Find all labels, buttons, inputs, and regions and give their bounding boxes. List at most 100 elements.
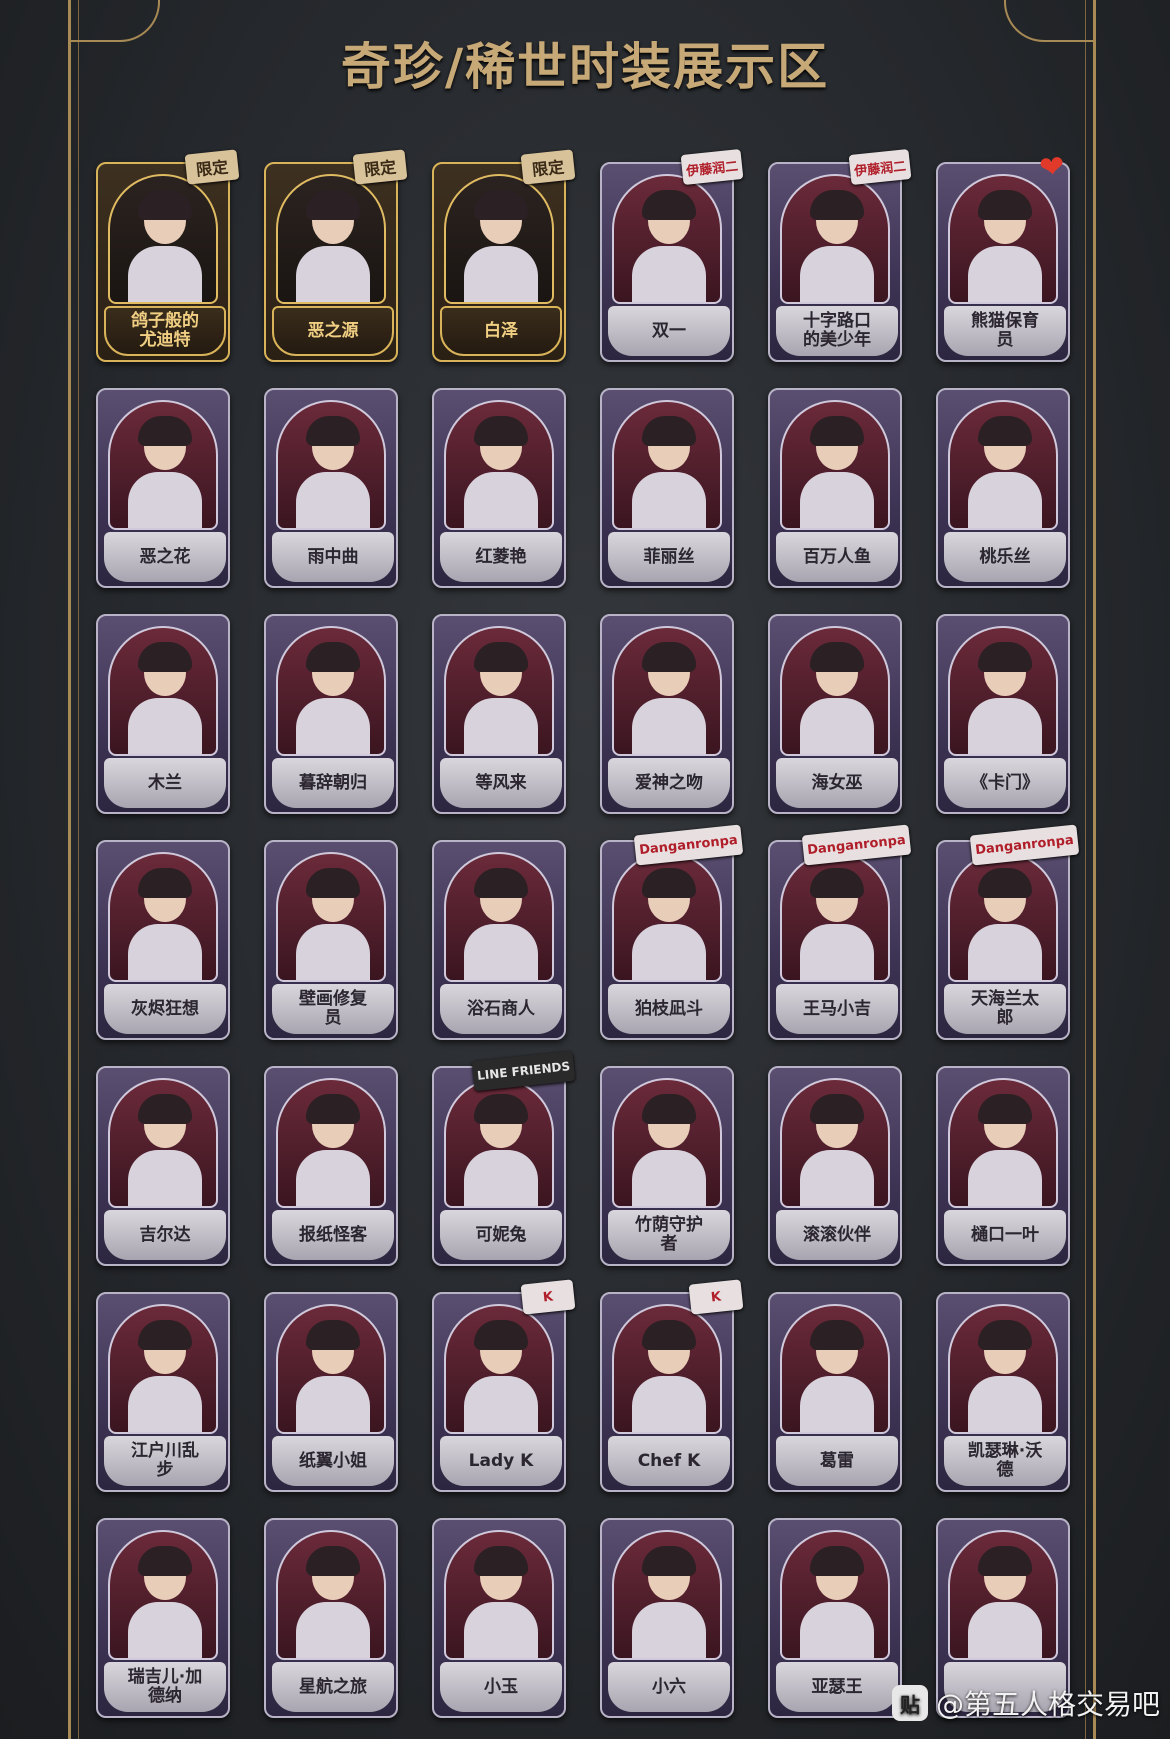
costume-card[interactable]: 鸽子般的 尤迪特 限定 xyxy=(96,149,240,362)
portrait-hair xyxy=(978,1094,1032,1124)
portrait-body xyxy=(128,246,202,302)
costume-name: 恶之源 xyxy=(307,320,359,341)
costume-name: Lady K xyxy=(468,1450,534,1471)
costume-card[interactable]: 浴石商人 xyxy=(432,840,566,1040)
character-portrait xyxy=(108,1078,218,1208)
portrait-hair xyxy=(810,190,864,220)
costume-card[interactable]: 雨中曲 xyxy=(264,388,398,588)
card-frame: 樋口一叶 xyxy=(936,1066,1070,1266)
header: 奇珍/稀世时装展示区 xyxy=(0,18,1170,108)
costume-card[interactable]: 恶之花 xyxy=(96,388,230,588)
costume-name: 小六 xyxy=(652,1676,686,1697)
card-frame: 浴石商人 xyxy=(432,840,566,1040)
rarity-tag: K xyxy=(688,1279,744,1315)
character-portrait xyxy=(444,1530,554,1660)
costume-card[interactable]: Lady K K xyxy=(432,1279,576,1492)
card-frame: 雨中曲 xyxy=(264,388,398,588)
costume-name: 暮辞朝归 xyxy=(299,772,367,793)
costume-name: 江户川乱 步 xyxy=(131,1441,199,1480)
costume-card[interactable]: 小六 xyxy=(600,1518,734,1718)
name-plate: 鸽子般的 尤迪特 xyxy=(104,306,226,356)
portrait-hair xyxy=(474,416,528,446)
costume-card[interactable]: 王马小吉 Danganronpa xyxy=(768,824,912,1040)
rarity-tag: 伊藤润二 xyxy=(848,148,912,186)
portrait-body xyxy=(968,472,1042,528)
portrait-hair xyxy=(474,868,528,898)
costume-card[interactable]: 百万人鱼 xyxy=(768,388,902,588)
costume-card[interactable]: 滚滚伙伴 xyxy=(768,1066,902,1266)
costume-name: 红菱艳 xyxy=(475,546,527,567)
costume-card[interactable]: 竹荫守护 者 xyxy=(600,1066,734,1266)
name-plate: 雨中曲 xyxy=(272,532,394,582)
costume-card[interactable]: 《卡门》 xyxy=(936,614,1070,814)
costume-card[interactable]: 樋口一叶 xyxy=(936,1066,1070,1266)
costume-card[interactable]: 双一 伊藤润二 xyxy=(600,148,744,362)
costume-card[interactable]: 十字路口 的美少年 伊藤润二 xyxy=(768,148,912,362)
costume-card[interactable]: 红菱艳 xyxy=(432,388,566,588)
costume-card[interactable]: 壁画修复 员 xyxy=(264,840,398,1040)
costume-card[interactable]: 纸翼小姐 xyxy=(264,1292,398,1492)
character-portrait xyxy=(780,1078,890,1208)
costume-name: 竹荫守护 者 xyxy=(635,1215,703,1254)
name-plate: 滚滚伙伴 xyxy=(776,1210,898,1260)
costume-card[interactable]: 可妮兔 LINE FRIENDS xyxy=(432,1050,576,1266)
costume-card[interactable]: 狛枝凪斗 Danganronpa xyxy=(600,824,744,1040)
card-frame: 竹荫守护 者 xyxy=(600,1066,734,1266)
costume-card[interactable]: 等风来 xyxy=(432,614,566,814)
costume-card[interactable]: 小玉 xyxy=(432,1518,566,1718)
character-portrait xyxy=(612,400,722,530)
portrait-body xyxy=(464,924,538,980)
costume-card[interactable]: 凯瑟琳·沃 德 xyxy=(936,1292,1070,1492)
costume-card[interactable]: 菲丽丝 xyxy=(600,388,734,588)
portrait-hair xyxy=(642,1320,696,1350)
costume-card[interactable]: 爱神之吻 xyxy=(600,614,734,814)
portrait-hair xyxy=(810,868,864,898)
costume-card[interactable]: 亚瑟王 xyxy=(768,1518,902,1718)
character-portrait xyxy=(276,1078,386,1208)
costume-card[interactable]: 海女巫 xyxy=(768,614,902,814)
portrait-body xyxy=(128,924,202,980)
character-portrait xyxy=(612,626,722,756)
portrait-body xyxy=(632,472,706,528)
card-frame: 爱神之吻 xyxy=(600,614,734,814)
portrait-hair xyxy=(138,642,192,672)
costume-name: 恶之花 xyxy=(139,546,191,567)
portrait-body xyxy=(800,698,874,754)
costume-card[interactable]: 木兰 xyxy=(96,614,230,814)
costume-card[interactable]: 天海兰太 郎 Danganronpa xyxy=(936,824,1080,1040)
name-plate: 狛枝凪斗 xyxy=(608,984,730,1034)
costume-name: Chef K xyxy=(637,1450,701,1471)
costume-card[interactable]: 报纸怪客 xyxy=(264,1066,398,1266)
name-plate: 灰烬狂想 xyxy=(104,984,226,1034)
character-portrait xyxy=(108,1304,218,1434)
costume-card[interactable]: 吉尔达 xyxy=(96,1066,230,1266)
portrait-body xyxy=(968,1376,1042,1432)
name-plate: 熊猫保育 员 xyxy=(944,306,1066,356)
costume-card[interactable]: 瑞吉儿·加 德纳 xyxy=(96,1518,230,1718)
costume-card[interactable]: 白泽 限定 xyxy=(432,149,576,362)
portrait-body xyxy=(296,1150,370,1206)
costume-card[interactable]: Chef K K xyxy=(600,1279,744,1492)
character-portrait xyxy=(276,1530,386,1660)
character-portrait xyxy=(108,852,218,982)
name-plate: 小玉 xyxy=(440,1662,562,1712)
costume-card[interactable]: 熊猫保育 员 ❤ xyxy=(936,148,1070,362)
character-portrait xyxy=(108,174,218,304)
name-plate: 暮辞朝归 xyxy=(272,758,394,808)
character-portrait xyxy=(780,174,890,304)
name-plate: 浴石商人 xyxy=(440,984,562,1034)
rarity-tag: 限定 xyxy=(520,149,576,185)
costume-card[interactable]: 恶之源 限定 xyxy=(264,149,408,362)
character-portrait xyxy=(444,1304,554,1434)
costume-card[interactable]: 葛雷 xyxy=(768,1292,902,1492)
costume-card[interactable]: 桃乐丝 xyxy=(936,388,1070,588)
costume-card[interactable] xyxy=(936,1518,1070,1718)
card-frame: 王马小吉 xyxy=(768,840,902,1040)
costume-card[interactable]: 江户川乱 步 xyxy=(96,1292,230,1492)
character-portrait xyxy=(612,174,722,304)
name-plate: 木兰 xyxy=(104,758,226,808)
costume-card[interactable]: 星航之旅 xyxy=(264,1518,398,1718)
costume-card[interactable]: 暮辞朝归 xyxy=(264,614,398,814)
costume-card[interactable]: 灰烬狂想 xyxy=(96,840,230,1040)
card-frame: 木兰 xyxy=(96,614,230,814)
